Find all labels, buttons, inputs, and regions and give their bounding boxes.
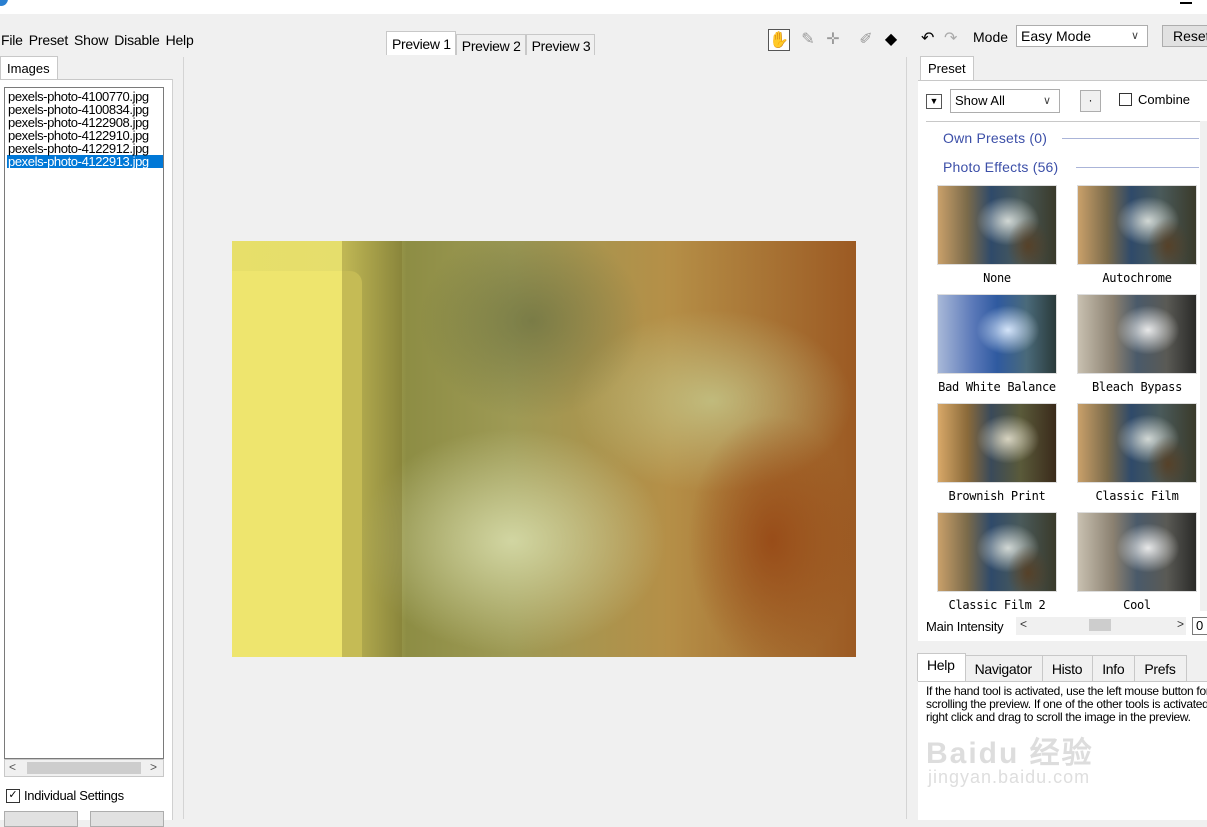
help-tabs: Help Navigator Histo Info Prefs — [917, 653, 1187, 681]
tab-prefs[interactable]: Prefs — [1134, 655, 1187, 681]
menu-show[interactable]: Show — [74, 30, 114, 50]
tab-histo[interactable]: Histo — [1041, 655, 1094, 681]
increase-icon[interactable]: > — [1177, 617, 1184, 631]
undo-icon[interactable]: ↶ — [921, 28, 934, 48]
preset-preview-image — [937, 294, 1057, 374]
preset-thumbnail[interactable]: Bleach Bypass — [1076, 294, 1198, 394]
combine-label: Combine — [1138, 92, 1191, 107]
preset-list[interactable]: Own Presets (0) Photo Effects (56) None … — [926, 121, 1207, 612]
tab-preview-2[interactable]: Preview 2 — [455, 34, 526, 55]
file-list-horizontal-scrollbar[interactable]: < > — [4, 759, 164, 777]
tab-images[interactable]: Images — [0, 56, 58, 80]
scrollbar-thumb[interactable] — [27, 762, 141, 774]
combine-checkbox[interactable] — [1119, 93, 1132, 106]
preset-preview-image — [1077, 512, 1197, 592]
crosshair-icon[interactable]: ✛ — [822, 29, 844, 51]
main-intensity-value[interactable]: 0 — [1192, 617, 1207, 635]
preset-thumbnail[interactable]: Brownish Print — [936, 403, 1058, 503]
preset-thumbnail[interactable]: Classic Film 2 — [936, 512, 1058, 612]
reset-button[interactable]: Reset — [1162, 25, 1207, 47]
preset-label: Classic Film — [1095, 489, 1179, 503]
mode-select[interactable]: Easy Mode ∨ — [1016, 25, 1148, 47]
decrease-icon[interactable]: < — [1020, 617, 1027, 631]
menu-preset[interactable]: Preset — [29, 30, 74, 50]
menu-disable[interactable]: Disable — [114, 30, 165, 50]
menu-bar: File Preset Show Disable Help — [0, 30, 200, 50]
individual-settings-checkbox[interactable]: ✓ — [6, 789, 20, 803]
chevron-down-icon: ∨ — [1042, 95, 1051, 107]
slider-thumb[interactable] — [1089, 619, 1111, 631]
tab-preview-3[interactable]: Preview 3 — [525, 34, 596, 55]
preset-preview-image — [1077, 185, 1197, 265]
title-bar — [0, 0, 1207, 14]
preset-menu-button[interactable]: ▼ — [926, 94, 942, 109]
preset-label: Autochrome — [1102, 271, 1172, 285]
tab-preset[interactable]: Preset — [920, 56, 974, 81]
scroll-right-icon[interactable]: > — [150, 760, 157, 774]
preset-filter-select[interactable]: Show All ∨ — [950, 89, 1060, 113]
split-compare-icon[interactable]: ◆ — [880, 29, 902, 51]
scroll-left-icon[interactable]: < — [9, 760, 16, 774]
preset-label: Brownish Print — [948, 489, 1046, 503]
preset-filter-value: Show All — [955, 93, 1005, 108]
group-divider — [1076, 167, 1199, 168]
chevron-down-icon: ∨ — [1130, 30, 1139, 42]
tab-preview-1[interactable]: Preview 1 — [386, 31, 456, 55]
preset-label: Bad White Balance — [938, 380, 1056, 394]
preset-label: Classic Film 2 — [948, 598, 1046, 612]
preset-preview-image — [937, 403, 1057, 483]
preset-label: None — [983, 271, 1011, 285]
preset-label: Cool — [1123, 598, 1151, 612]
group-header-photo-effects[interactable]: Photo Effects (56) — [943, 159, 1058, 175]
preset-list-scrollbar[interactable] — [1200, 121, 1207, 611]
hand-tool-icon[interactable]: ✋ — [768, 29, 790, 51]
file-list[interactable]: pexels-photo-4100770.jpg pexels-photo-41… — [4, 87, 164, 759]
preset-preview-image — [1077, 294, 1197, 374]
main-intensity-slider[interactable]: < > — [1016, 617, 1186, 635]
preset-label: Bleach Bypass — [1091, 380, 1183, 394]
menu-file[interactable]: File — [0, 30, 29, 50]
left-bottom-button-2[interactable] — [90, 811, 164, 827]
preset-thumbnail[interactable]: Cool — [1076, 512, 1198, 612]
watermark-logo: Baidu 经验 — [926, 737, 1094, 770]
mode-label: Mode — [973, 29, 1009, 45]
help-text: If the hand tool is activated, use the l… — [926, 684, 1207, 724]
preset-thumbnail[interactable]: None — [936, 185, 1058, 285]
mode-value: Easy Mode — [1021, 28, 1092, 44]
main-intensity-label: Main Intensity — [926, 619, 1004, 634]
left-bottom-button-1[interactable] — [4, 811, 78, 827]
menu-help[interactable]: Help — [166, 30, 200, 50]
preview-tabs: Preview 1 Preview 2 Preview 3 — [386, 31, 596, 55]
preset-options-button[interactable]: · — [1080, 90, 1101, 112]
preset-thumbnail[interactable]: Bad White Balance — [936, 294, 1058, 394]
preview-image[interactable] — [232, 241, 856, 657]
tab-navigator[interactable]: Navigator — [964, 655, 1043, 681]
brush-icon[interactable]: ✐ — [855, 29, 877, 51]
tab-info[interactable]: Info — [1092, 655, 1136, 681]
watermark-url: jingyan.baidu.com — [928, 767, 1091, 787]
preset-thumbnail[interactable]: Classic Film — [1076, 403, 1198, 503]
eyedropper-icon[interactable]: ✎ — [797, 29, 819, 51]
individual-settings-label: Individual Settings — [24, 788, 124, 803]
redo-icon[interactable]: ↷ — [944, 28, 957, 48]
group-header-own-presets[interactable]: Own Presets (0) — [943, 130, 1047, 146]
tab-help[interactable]: Help — [917, 653, 966, 681]
preset-thumbnail[interactable]: Autochrome — [1076, 185, 1198, 285]
preset-preview-image — [937, 185, 1057, 265]
preset-preview-image — [937, 512, 1057, 592]
group-divider — [1062, 138, 1199, 139]
file-item-selected[interactable]: pexels-photo-4122913.jpg — [7, 155, 163, 168]
minimize-icon[interactable] — [1180, 2, 1192, 4]
preset-preview-image — [1077, 403, 1197, 483]
